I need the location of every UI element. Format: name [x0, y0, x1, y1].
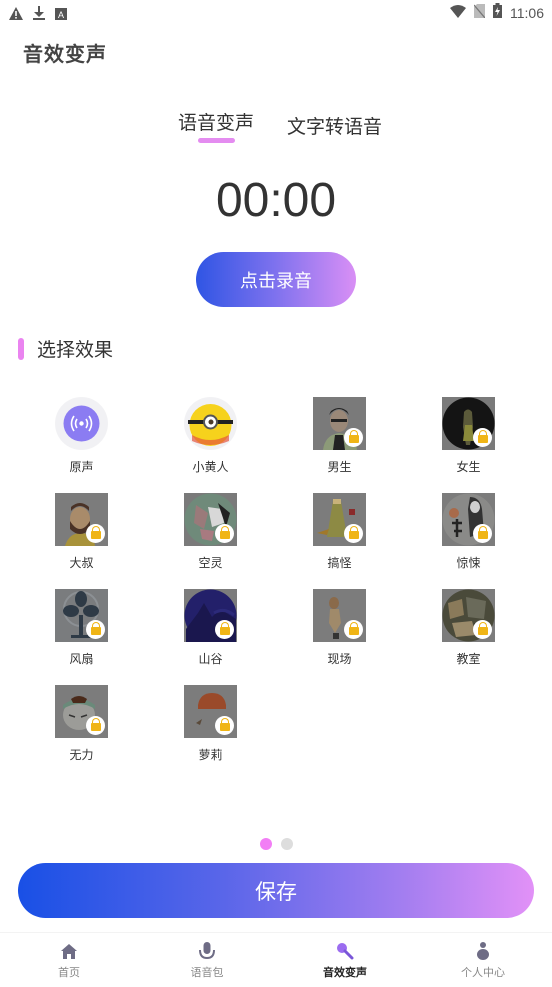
svg-text:A: A — [58, 10, 64, 20]
effect-live[interactable]: 现场 — [275, 589, 404, 667]
effect-fan[interactable]: 风扇 — [17, 589, 146, 667]
tab-text-to-speech[interactable]: 文字转语音 — [287, 112, 382, 139]
lock-icon — [215, 716, 234, 735]
woman-avatar — [442, 397, 495, 450]
uncle-avatar — [55, 493, 108, 546]
effect-original[interactable]: 原声 — [17, 397, 146, 475]
nav-label: 个人中心 — [461, 966, 505, 979]
effect-female[interactable]: 女生 — [404, 397, 533, 475]
nav-label: 首页 — [58, 966, 80, 979]
karaoke-mic-icon — [335, 941, 355, 961]
live-avatar — [313, 589, 366, 642]
effect-label: 无力 — [69, 748, 94, 762]
status-time: 11:06 — [510, 4, 544, 21]
active-tab-indicator — [198, 138, 235, 143]
effect-minion[interactable]: 小黄人 — [146, 397, 275, 475]
microphone-icon — [197, 941, 217, 961]
effect-horror[interactable]: 惊悚 — [404, 493, 533, 571]
save-button[interactable]: 保存 — [18, 863, 534, 918]
home-icon — [59, 941, 79, 961]
lock-icon — [86, 620, 105, 639]
lock-icon — [473, 428, 492, 447]
effect-label: 搞怪 — [327, 556, 352, 570]
page-title: 音效变声 — [23, 42, 107, 66]
lock-icon — [86, 524, 105, 543]
effect-label: 现场 — [327, 652, 352, 666]
nav-voice-pack[interactable]: 语音包 — [138, 933, 276, 987]
effects-grid: 原声 小黄人 男生 女生 大叔 空灵 搞怪 惊悚 风扇 山谷 现场 教室 无力 … — [17, 397, 535, 763]
loli-avatar — [184, 685, 237, 738]
effect-label: 男生 — [327, 460, 352, 474]
a-box-icon: A — [55, 5, 67, 24]
horror-avatar — [442, 493, 495, 546]
effect-label: 女生 — [456, 460, 481, 474]
effect-label: 萝莉 — [198, 748, 223, 762]
page-dot-1[interactable] — [259, 838, 272, 850]
classroom-avatar — [442, 589, 495, 642]
nav-label: 音效变声 — [323, 966, 367, 979]
nav-profile[interactable]: 个人中心 — [414, 933, 552, 987]
lock-icon — [215, 524, 234, 543]
effect-label: 大叔 — [69, 556, 94, 570]
section-header: 选择效果 — [18, 335, 113, 362]
battery-charging-icon — [493, 3, 502, 22]
effect-classroom[interactable]: 教室 — [404, 589, 533, 667]
section-accent-bar — [18, 337, 24, 360]
weak-avatar — [55, 685, 108, 738]
lock-icon — [344, 428, 363, 447]
effect-male[interactable]: 男生 — [275, 397, 404, 475]
effect-label: 教室 — [456, 652, 481, 666]
record-button[interactable]: 点击录音 — [196, 252, 356, 307]
effect-label: 惊悚 — [456, 556, 481, 570]
funny-avatar — [313, 493, 366, 546]
warning-icon — [9, 5, 23, 24]
effect-label: 风扇 — [69, 652, 94, 666]
section-title: 选择效果 — [37, 339, 114, 361]
lock-icon — [344, 524, 363, 543]
person-icon — [473, 941, 493, 961]
broadcast-icon — [55, 397, 108, 450]
lock-icon — [473, 524, 492, 543]
recording-timer: 00:00 — [215, 174, 337, 227]
tab-voice-change[interactable]: 语音变声 — [178, 108, 254, 135]
effect-valley[interactable]: 山谷 — [146, 589, 275, 667]
man-avatar — [313, 397, 366, 450]
no-sim-icon — [473, 3, 486, 22]
nav-label: 语音包 — [190, 966, 224, 979]
effect-ethereal[interactable]: 空灵 — [146, 493, 275, 571]
pagination-dots — [0, 838, 552, 850]
valley-avatar — [184, 589, 237, 642]
effect-funny[interactable]: 搞怪 — [275, 493, 404, 571]
effect-label: 原声 — [69, 460, 94, 474]
effect-weak[interactable]: 无力 — [17, 685, 146, 763]
effect-label: 空灵 — [198, 556, 223, 570]
lock-icon — [86, 716, 105, 735]
effect-loli[interactable]: 萝莉 — [146, 685, 275, 763]
status-bar: A 11:06 — [0, 0, 552, 24]
bottom-nav: 首页 语音包 音效变声 个人中心 — [0, 932, 552, 987]
lock-icon — [215, 620, 234, 639]
nav-sound-effects[interactable]: 音效变声 — [276, 933, 414, 987]
ethereal-avatar — [184, 493, 237, 546]
effect-label: 小黄人 — [192, 460, 229, 474]
page-dot-2[interactable] — [280, 838, 293, 850]
mode-tabs: 语音变声 文字转语音 — [0, 108, 552, 148]
download-icon — [33, 5, 45, 24]
minion-icon — [184, 397, 237, 450]
wifi-icon — [450, 3, 466, 22]
effect-uncle[interactable]: 大叔 — [17, 493, 146, 571]
fan-avatar — [55, 589, 108, 642]
nav-home[interactable]: 首页 — [0, 933, 138, 987]
lock-icon — [344, 620, 363, 639]
lock-icon — [473, 620, 492, 639]
effect-label: 山谷 — [198, 652, 223, 666]
